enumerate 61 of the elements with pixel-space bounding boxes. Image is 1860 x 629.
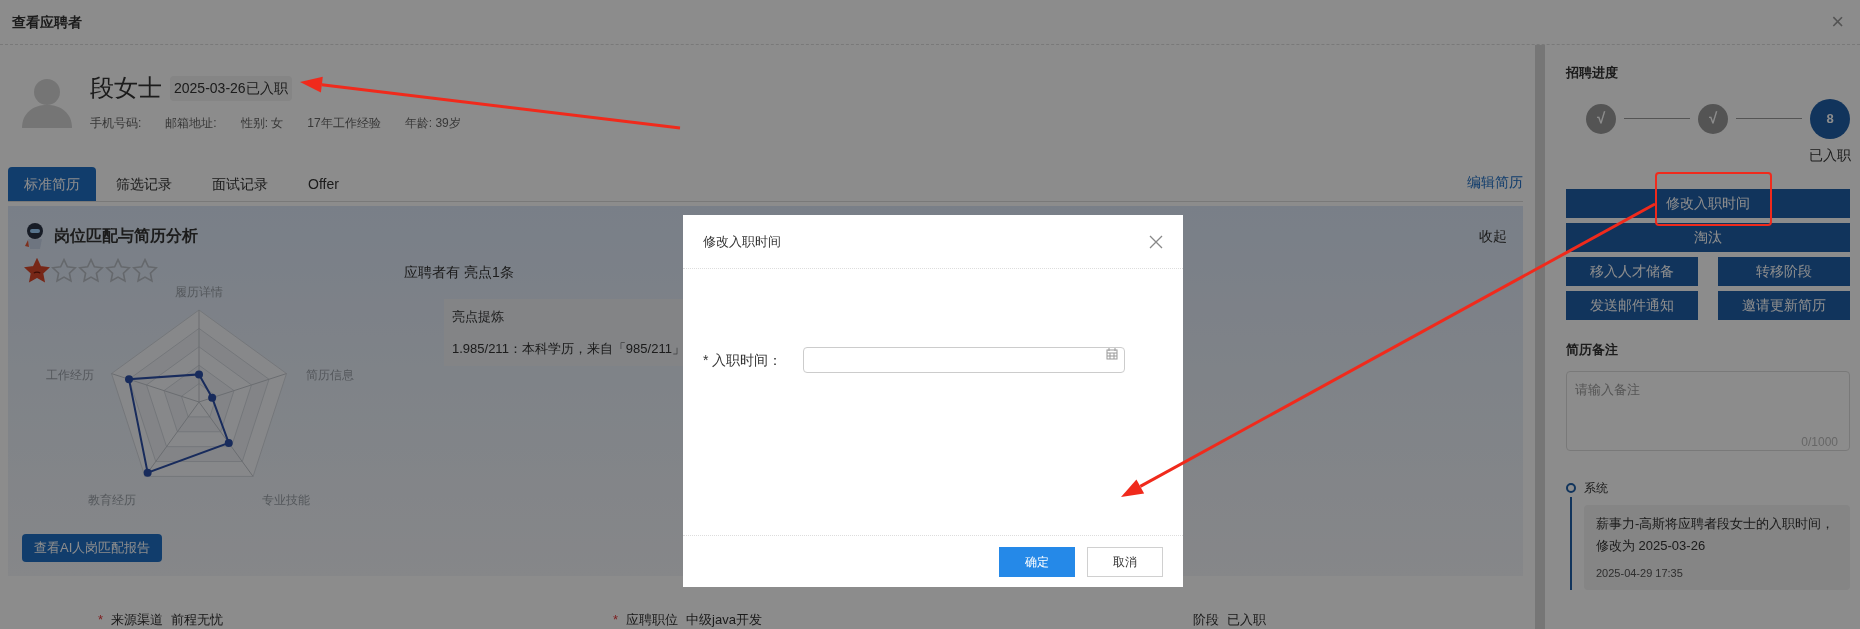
progress-step: √	[1698, 103, 1728, 134]
radar-point	[195, 370, 203, 379]
progress-step: 8	[1810, 98, 1850, 139]
tab[interactable]: 标准简历	[8, 167, 96, 201]
candidate-detail: 年龄: 39岁	[404, 115, 461, 132]
field-value: 前程无忧	[171, 611, 224, 629]
field-label: 阶段	[1193, 611, 1219, 629]
required-mark: *	[613, 611, 619, 629]
radar-point	[208, 393, 217, 402]
empty-star-icon	[78, 258, 104, 284]
candidate-name: 段女士	[90, 73, 162, 103]
status-badge: 2025-03-26已入职	[170, 75, 292, 101]
date-input[interactable]	[803, 347, 1125, 373]
required-mark: *	[98, 611, 104, 629]
required-mark: *	[703, 350, 709, 370]
timeline-text: 薪事力-高斯将应聘者段女士的入职时间，修改为 2025-03-26	[1596, 515, 1836, 555]
tab[interactable]: Offer	[288, 167, 359, 201]
highlight-title: 亮点提炼	[452, 308, 504, 326]
candidate-detail: 手机号码:	[90, 115, 142, 132]
close-icon[interactable]	[1149, 234, 1163, 249]
progress-step: √	[1586, 103, 1616, 134]
filled-star-icon	[24, 258, 50, 284]
edit-resume-link[interactable]: 编辑简历	[1467, 172, 1523, 201]
highlight-item: 1.985/211：本科学历，来自「985/211」	[452, 339, 685, 358]
radar-point	[125, 375, 133, 384]
robot-icon	[24, 222, 46, 250]
timeline-time: 2025-04-29 17:35	[1596, 566, 1684, 581]
field-label: 应聘职位	[626, 611, 679, 629]
dialog-button[interactable]: 取消	[1087, 546, 1163, 577]
action-button[interactable]: 邀请更新简历	[1718, 290, 1850, 320]
window-title: 查看应聘者	[12, 12, 82, 32]
field-label: 来源渠道	[111, 611, 164, 629]
ai-report-button[interactable]: 查看AI人岗匹配报告	[22, 534, 163, 562]
candidate-detail: 性别: 女	[240, 115, 284, 132]
candidate-detail: 邮箱地址:	[165, 115, 217, 132]
progress-title: 招聘进度	[1566, 64, 1619, 82]
tab[interactable]: 筛选记录	[96, 167, 192, 201]
calendar-icon	[1106, 348, 1118, 360]
dialog-title: 修改入职时间	[703, 232, 781, 251]
action-button[interactable]: 移入人才储备	[1566, 256, 1698, 286]
field-value: 已入职	[1227, 611, 1266, 629]
empty-star-icon	[132, 258, 158, 284]
analysis-title: 岗位匹配与简历分析	[54, 226, 198, 246]
dialog-button[interactable]: 确定	[999, 546, 1075, 577]
action-button[interactable]: 转移阶段	[1718, 256, 1850, 286]
tab[interactable]: 面试记录	[192, 167, 288, 201]
action-button[interactable]: 修改入职时间	[1566, 188, 1850, 218]
action-button[interactable]: 发送邮件通知	[1566, 290, 1698, 320]
candidate-detail: 17年工作经验	[307, 115, 381, 132]
highlight-summary: 应聘者有 亮点1条	[404, 263, 515, 282]
radar-point	[224, 438, 233, 447]
field-value: 中级java开发	[686, 611, 762, 629]
step-label: 已入职	[1809, 145, 1851, 165]
empty-star-icon	[105, 258, 131, 284]
timeline-author: 系统	[1584, 480, 1609, 497]
radar-point	[143, 468, 152, 477]
action-button[interactable]: 淘汰	[1566, 222, 1850, 252]
field-label: 入职时间：	[712, 350, 783, 370]
notes-title: 简历备注	[1566, 340, 1619, 359]
close-button[interactable]: ×	[1827, 11, 1848, 33]
collapse-button[interactable]: 收起	[1479, 222, 1507, 250]
